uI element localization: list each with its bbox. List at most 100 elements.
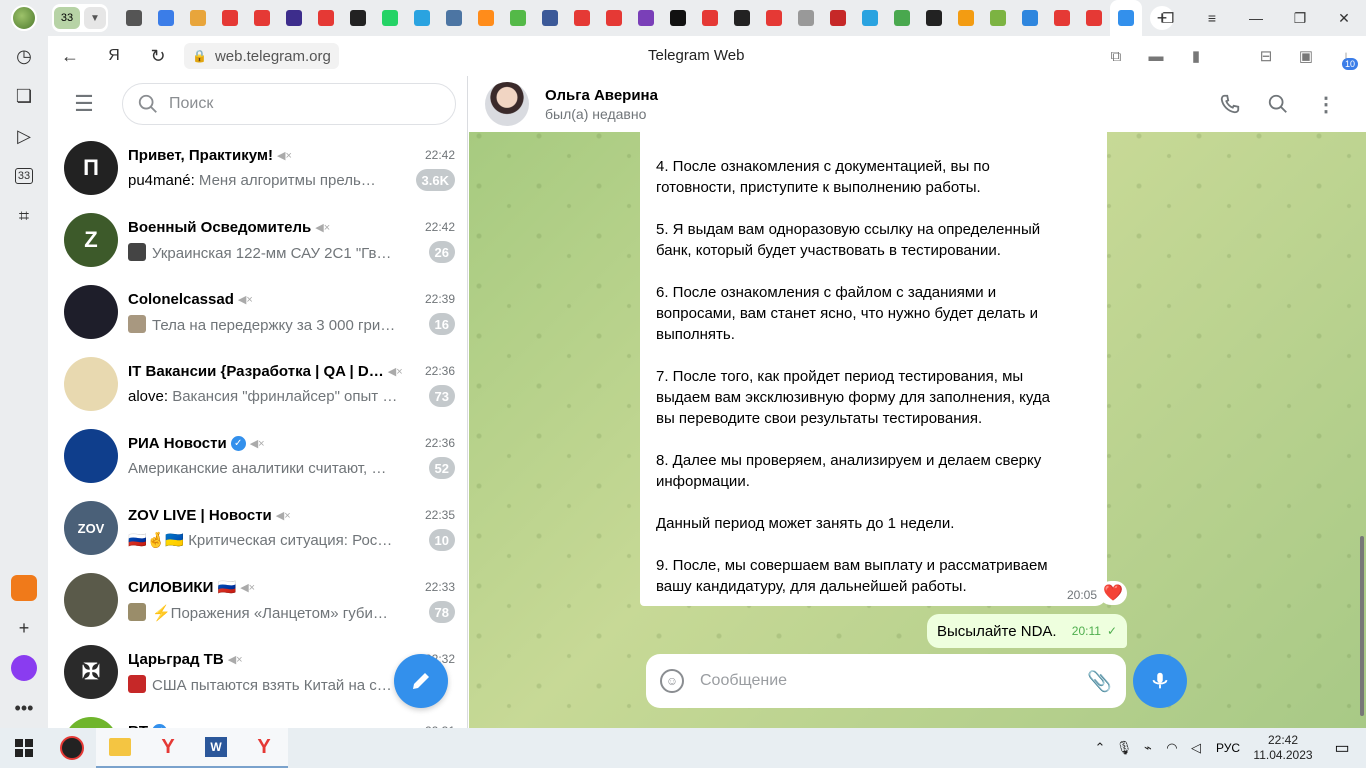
browser-tab[interactable] xyxy=(918,0,950,36)
alice-icon[interactable] xyxy=(0,648,48,688)
browser-tab[interactable] xyxy=(374,0,406,36)
chat-list-item[interactable]: П Привет, Практикум! ◀× 22:42 pu4mané: Меня … xyxy=(48,132,467,204)
browser-tab[interactable] xyxy=(150,0,182,36)
message-composer[interactable]: ☺ Сообщение 📎 xyxy=(646,654,1126,708)
browser-tab[interactable] xyxy=(438,0,470,36)
chat-preview: ⚡Поражения «Ланцетом» губи… xyxy=(128,602,388,622)
chevron-up-icon[interactable]: ⌃ xyxy=(1088,740,1112,756)
emoji-icon[interactable]: ☺ xyxy=(660,669,684,693)
url-field[interactable]: 🔒 web.telegram.org xyxy=(184,43,339,69)
chat-header[interactable]: Ольга Аверина был(а) недавно ⋮ xyxy=(469,76,1366,132)
search-input[interactable]: Поиск xyxy=(122,83,456,125)
yandex-icon[interactable]: Я xyxy=(92,36,136,76)
minimize-button[interactable]: — xyxy=(1234,0,1278,36)
scrollbar[interactable] xyxy=(1360,536,1364,716)
browser-tab[interactable] xyxy=(854,0,886,36)
reload-icon[interactable]: ↻ xyxy=(136,36,180,76)
browser-tab[interactable] xyxy=(502,0,534,36)
outgoing-message[interactable]: Высылайте NDA. 20:11 ✓ xyxy=(927,614,1127,648)
browser-tab[interactable] xyxy=(1014,0,1046,36)
phone-icon[interactable] xyxy=(1206,84,1254,124)
contact-avatar[interactable] xyxy=(485,82,529,126)
browser-tab[interactable] xyxy=(1110,0,1142,36)
chat-list-item[interactable]: ZOV ZOV LIVE | Новости ◀× 22:35 🇷🇺🤞🇺🇦 Критич… xyxy=(48,492,467,564)
browser-tab[interactable] xyxy=(118,0,150,36)
contact-info[interactable]: Ольга Аверина был(а) недавно xyxy=(545,87,658,122)
incoming-message[interactable]: тестирования, записывая в удобном для ва… xyxy=(640,76,1107,606)
browser-tab[interactable] xyxy=(182,0,214,36)
collections-icon[interactable]: ❐ xyxy=(1146,0,1190,36)
browser-tab[interactable] xyxy=(566,0,598,36)
file-explorer-icon[interactable] xyxy=(96,728,144,768)
chat-list-item[interactable]: Z Военный Осведомитель ◀× 22:42 Украинская 1… xyxy=(48,204,467,276)
language-indicator[interactable]: РУС xyxy=(1216,741,1240,755)
more-vertical-icon[interactable]: ⋮ xyxy=(1302,84,1350,124)
menu-icon[interactable]: ≡ xyxy=(1190,0,1234,36)
browser-tab[interactable] xyxy=(822,0,854,36)
comments-icon[interactable]: ▬ xyxy=(1136,36,1176,76)
chat-list-item[interactable]: СИЛОВИКИ 🇷🇺 ◀× 22:33 ⚡Поражения «Ланцетом» … xyxy=(48,564,467,636)
history-icon[interactable]: ◷ xyxy=(0,36,48,76)
browser-profile-button[interactable] xyxy=(0,0,48,36)
extension-icon[interactable]: ▣ xyxy=(1286,36,1326,76)
browser-tab[interactable] xyxy=(406,0,438,36)
browser-tab[interactable] xyxy=(342,0,374,36)
chat-list-item[interactable]: IT Вакансии {Разработка | QA | D… ◀× 22:36… xyxy=(48,348,467,420)
collections-icon[interactable]: ❏ xyxy=(0,76,48,116)
yandex-browser-icon[interactable]: Y xyxy=(144,728,192,768)
browser-tab[interactable] xyxy=(758,0,790,36)
close-button[interactable]: ✕ xyxy=(1322,0,1366,36)
browser-tab[interactable] xyxy=(950,0,982,36)
screenshot-icon[interactable]: ⌗ xyxy=(0,196,48,236)
back-arrow-icon[interactable]: ← xyxy=(48,36,92,76)
tab-group[interactable]: 33 ▼ xyxy=(52,4,108,32)
bookmark-icon[interactable]: ▮ xyxy=(1176,36,1216,76)
media-player-icon[interactable] xyxy=(48,728,96,768)
browser-tab[interactable] xyxy=(1078,0,1110,36)
chat-list-item[interactable]: РИА Новости ✓ ◀× 22:36 Американские аналитик… xyxy=(48,420,467,492)
browser-tab[interactable] xyxy=(726,0,758,36)
hamburger-menu-icon[interactable]: ☰ xyxy=(66,86,102,122)
microphone-button[interactable] xyxy=(1133,654,1187,708)
downloads-icon[interactable]: ↓ 10 xyxy=(1326,36,1366,76)
browser-tab[interactable] xyxy=(1046,0,1078,36)
start-button[interactable] xyxy=(0,728,48,768)
wifi-icon[interactable]: ◠ xyxy=(1160,740,1184,756)
browser-tab[interactable] xyxy=(886,0,918,36)
chat-list-item[interactable]: RT✓22:31 xyxy=(48,708,467,728)
translate-icon[interactable]: ⧉ xyxy=(1096,36,1136,76)
clock[interactable]: 22:42 11.04.2023 xyxy=(1248,733,1318,763)
notifications-icon[interactable]: ▭ xyxy=(1318,738,1366,758)
mail-app-icon[interactable] xyxy=(0,568,48,608)
microphone-tray-icon[interactable]: 🎙 xyxy=(1112,740,1136,756)
browser-tab[interactable] xyxy=(278,0,310,36)
network-icon[interactable]: ⌁ xyxy=(1136,740,1160,756)
browser-tab[interactable] xyxy=(694,0,726,36)
browser-tab[interactable] xyxy=(310,0,342,36)
search-icon[interactable] xyxy=(1254,84,1302,124)
browser-tab[interactable] xyxy=(246,0,278,36)
attach-icon[interactable]: 📎 xyxy=(1087,669,1112,694)
volume-icon[interactable]: ◁ xyxy=(1184,740,1208,756)
play-icon[interactable]: ▷ xyxy=(0,116,48,156)
message-input[interactable]: Сообщение xyxy=(700,672,1087,690)
chevron-down-icon[interactable]: ▼ xyxy=(84,7,106,29)
more-icon[interactable]: ••• xyxy=(0,688,48,728)
word-icon[interactable]: W xyxy=(192,728,240,768)
chat-list-item[interactable]: Colonelcassad ◀× 22:39 Тела на передержку з… xyxy=(48,276,467,348)
yandex-browser-icon-2[interactable]: Y xyxy=(240,728,288,768)
browser-tab[interactable] xyxy=(470,0,502,36)
browser-tab[interactable] xyxy=(214,0,246,36)
browser-tab[interactable] xyxy=(662,0,694,36)
add-icon[interactable]: + xyxy=(0,608,48,648)
browser-tab[interactable] xyxy=(790,0,822,36)
browser-tab[interactable] xyxy=(982,0,1014,36)
browser-tab[interactable] xyxy=(534,0,566,36)
heart-reaction[interactable]: ❤️ xyxy=(1099,581,1127,605)
browser-tab[interactable] xyxy=(630,0,662,36)
maximize-button[interactable]: ❐ xyxy=(1278,0,1322,36)
new-message-button[interactable] xyxy=(394,654,448,708)
bookmarks-panel-icon[interactable]: ⊟ xyxy=(1246,36,1286,76)
browser-tab[interactable] xyxy=(598,0,630,36)
tabs-count-icon[interactable]: 33 xyxy=(0,156,48,196)
